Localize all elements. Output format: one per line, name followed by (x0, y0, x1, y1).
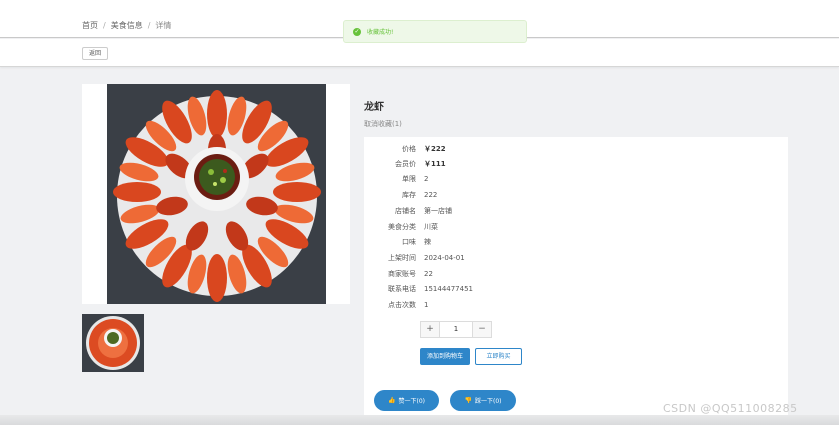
info-label: 单限 (402, 175, 416, 183)
info-row: 会员价 ￥111 (364, 158, 788, 170)
info-value: 2024-04-01 (424, 254, 465, 262)
decrement-button[interactable]: − (473, 322, 491, 337)
info-label: 商家账号 (388, 270, 416, 278)
info-label: 美食分类 (388, 223, 416, 231)
info-label: 价格 (402, 145, 416, 153)
product-thumbnail[interactable] (82, 314, 144, 372)
info-value: ￥111 (424, 160, 446, 168)
breadcrumb-section[interactable]: 美食信息 (111, 20, 143, 31)
add-to-cart-button[interactable]: 添加到购物车 (420, 348, 470, 365)
success-toast: ✓ 收藏成功! (343, 20, 527, 43)
buy-now-button[interactable]: 立即购买 (475, 348, 522, 365)
product-title: 龙虾 (364, 102, 384, 113)
info-row: 点击次数 1 (364, 299, 788, 311)
check-circle-icon: ✓ (353, 27, 361, 36)
info-value: 2 (424, 175, 429, 183)
watermark-text: CSDN @QQ511008285 (663, 402, 798, 415)
info-value: 22 (424, 270, 433, 278)
back-button[interactable]: 返回 (82, 47, 109, 60)
info-row: 口味辣 (364, 236, 788, 248)
info-label: 点击次数 (388, 301, 416, 309)
breadcrumb: 首页 / 美食信息 / 详情 (82, 20, 171, 31)
toast-message: 收藏成功! (367, 29, 394, 36)
info-label: 库存 (402, 191, 416, 199)
info-value: 辣 (424, 238, 431, 246)
like-label: 赞一下(0) (398, 398, 425, 405)
toolbar: 返回 (0, 39, 839, 67)
info-row: 上架时间 2024-04-01 (364, 252, 788, 264)
breadcrumb-home[interactable]: 首页 (82, 20, 98, 31)
like-button[interactable]: 👍 赞一下(0) (374, 390, 439, 411)
product-image-frame (82, 84, 350, 304)
info-row: 库存 222 (364, 189, 788, 201)
info-label: 联系电话 (388, 285, 416, 293)
info-row: 单限 2 (364, 173, 788, 185)
info-row: 美食分类 川菜 (364, 221, 788, 233)
info-label: 会员价 (395, 160, 416, 168)
quantity-input[interactable]: 1 (439, 322, 473, 337)
unfavorite-link[interactable]: 取消收藏(1) (364, 119, 402, 129)
breadcrumb-separator: / (147, 21, 151, 30)
quantity-stepper: + 1 − (420, 321, 492, 338)
product-info-panel: 价格 ￥222 会员价 ￥111 单限 2 库存 222 店铺名 第一店铺 美食分类 川菜 口味辣上架时… (364, 137, 788, 425)
crayfish-platter-image (107, 84, 326, 304)
info-label: 口味 (402, 238, 416, 246)
thumbs-down-icon: 👎 (464, 397, 472, 404)
bottom-strip (0, 415, 839, 425)
info-value: 川菜 (424, 223, 438, 231)
info-value: 15144477451 (424, 285, 473, 293)
increment-button[interactable]: + (421, 322, 439, 337)
info-value: ￥222 (424, 145, 446, 153)
breadcrumb-current: 详情 (155, 21, 172, 30)
info-row: 联系电话 15144477451 (364, 283, 788, 295)
thumbs-up-icon: 👍 (388, 397, 396, 404)
info-row: 商家账号 22 (364, 268, 788, 280)
info-row: 店铺名 第一店铺 (364, 205, 788, 217)
crayfish-thumbnail-image (82, 314, 144, 372)
info-label: 上架时间 (388, 254, 416, 262)
product-image (107, 84, 326, 304)
info-value: 222 (424, 191, 438, 199)
dislike-button[interactable]: 👎 踩一下(0) (450, 390, 516, 411)
info-label: 店铺名 (395, 207, 416, 215)
info-value: 第一店铺 (424, 207, 452, 215)
breadcrumb-separator: / (103, 21, 106, 30)
info-row: 价格 ￥222 (364, 143, 788, 155)
info-value: 1 (424, 301, 429, 309)
dislike-label: 踩一下(0) (474, 398, 502, 405)
